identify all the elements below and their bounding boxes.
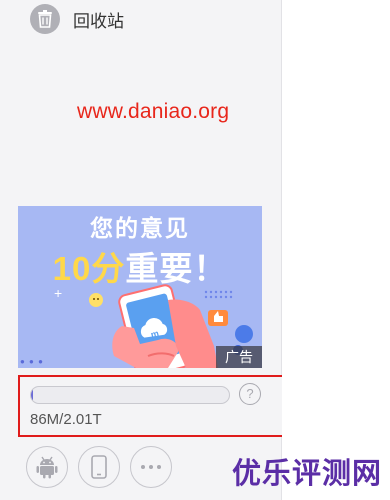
site-brand-watermark: 优乐评测网 <box>232 458 383 490</box>
ad-badge: 广告 <box>216 346 262 368</box>
storage-quota-fill <box>31 387 33 403</box>
storage-quota-text: 86M/2.01T <box>30 411 102 428</box>
question-icon[interactable]: ? <box>239 383 261 405</box>
trash-icon <box>30 4 60 34</box>
phone-icon[interactable] <box>78 446 120 488</box>
recycle-bin-label: 回收站 <box>73 11 124 31</box>
svg-text:+: + <box>54 285 62 301</box>
ad-banner[interactable]: 您的意见 10分重要！ + m ● ● ● 广告 <box>18 206 262 368</box>
storage-quota-panel: ? 86M/2.01T <box>18 375 292 437</box>
ad-dots: ● ● ● <box>20 357 44 366</box>
android-icon[interactable] <box>26 446 68 488</box>
bottom-icon-row <box>26 446 172 488</box>
watermark-url: www.daniao.org <box>77 100 230 123</box>
more-icon[interactable] <box>130 446 172 488</box>
storage-quota-bar[interactable] <box>30 386 230 404</box>
ad-illustration: + m <box>54 284 253 368</box>
recycle-bin-item[interactable]: 回收站 <box>30 4 124 34</box>
sidebar: 回收站 www.daniao.org 您的意见 10分重要！ + m ● ● ●… <box>0 0 292 500</box>
main-content-area <box>282 0 390 500</box>
